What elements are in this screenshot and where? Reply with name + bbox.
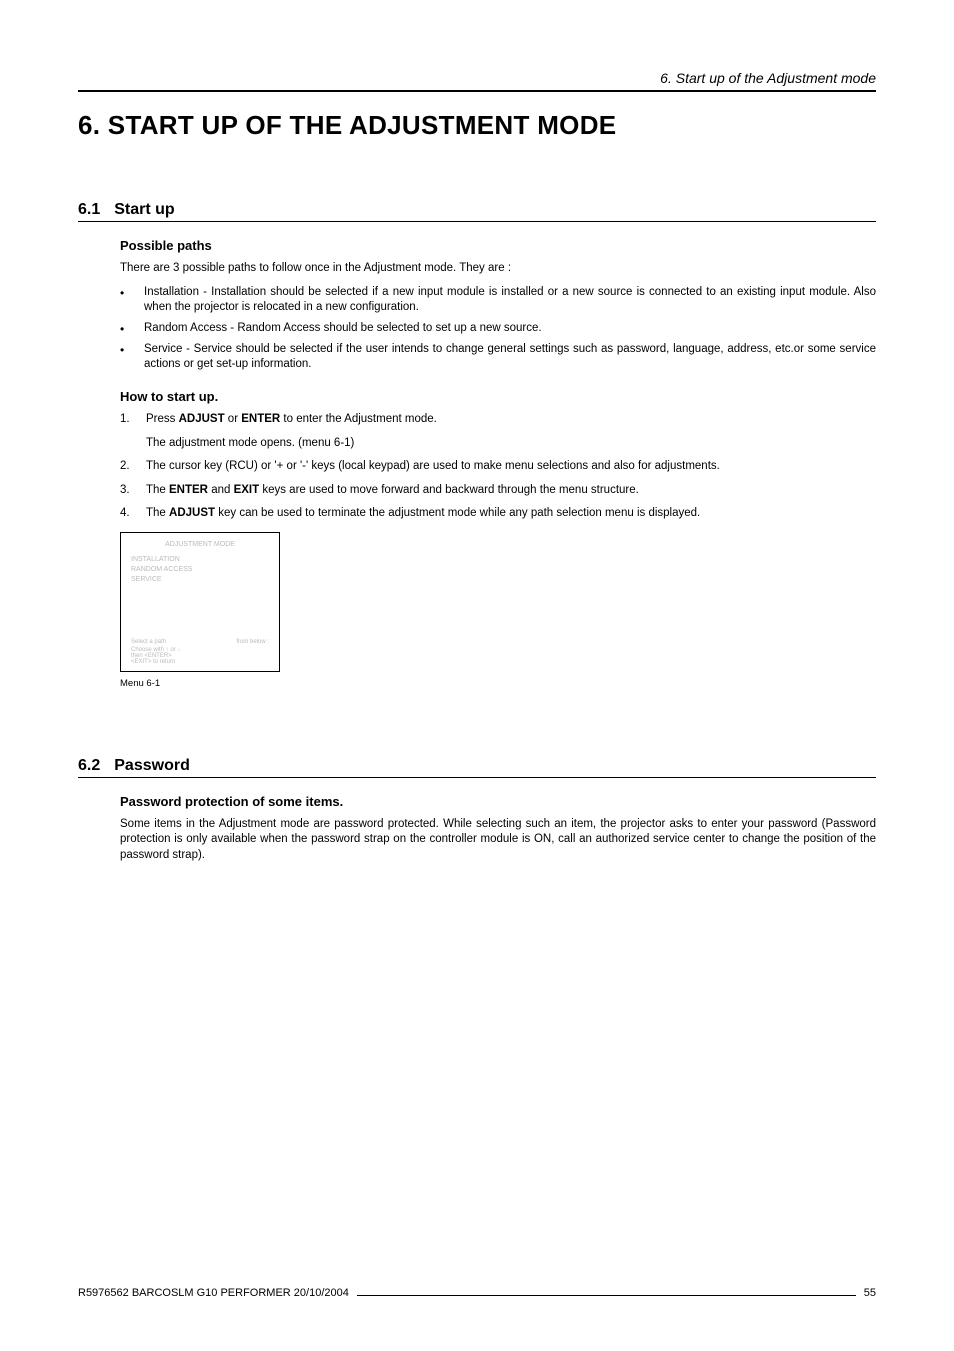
chapter-title: 6. START UP OF THE ADJUSTMENT MODE	[78, 110, 876, 141]
bullet-icon: •	[120, 342, 130, 373]
section-label: Password	[114, 757, 190, 775]
list-item: • Service - Service should be selected if…	[120, 342, 876, 373]
step-number: 3.	[120, 483, 138, 499]
section-number: 6.2	[78, 757, 100, 775]
menu-item: SERVICE	[131, 576, 269, 583]
section-6-2-head: 6.2 Password	[78, 757, 876, 775]
bullet-icon: •	[120, 321, 130, 337]
footer-rule	[357, 1295, 856, 1296]
subhead-password-protection: Password protection of some items.	[120, 794, 876, 809]
step-4: 4. The ADJUST key can be used to termina…	[120, 506, 876, 522]
header-rule	[78, 90, 876, 92]
bullet-icon: •	[120, 285, 130, 316]
step-number: 2.	[120, 459, 138, 475]
list-text: Service - Service should be selected if …	[144, 342, 876, 373]
steps-list-cont: 2. The cursor key (RCU) or '+ or '-' key…	[120, 459, 876, 522]
steps-list: 1. Press ADJUST or ENTER to enter the Ad…	[120, 412, 876, 428]
step-text: The ENTER and EXIT keys are used to move…	[146, 483, 639, 499]
list-item: • Installation - Installation should be s…	[120, 285, 876, 316]
step-number: 1.	[120, 412, 138, 428]
section-rule	[78, 777, 876, 778]
subhead-possible-paths: Possible paths	[120, 238, 876, 253]
footer-left: R5976562 BARCOSLM G10 PERFORMER 20/10/20…	[78, 1287, 349, 1299]
page: 6. Start up of the Adjustment mode 6. ST…	[0, 0, 954, 1351]
menu-item: RANDOM ACCESS	[131, 566, 269, 573]
page-footer: R5976562 BARCOSLM G10 PERFORMER 20/10/20…	[78, 1287, 876, 1299]
step-number: 4.	[120, 506, 138, 522]
step-1: 1. Press ADJUST or ENTER to enter the Ad…	[120, 412, 876, 428]
subhead-how-to-start: How to start up.	[120, 389, 876, 404]
menu-caption: Menu 6-1	[120, 678, 876, 689]
menu-item: INSTALLATION	[131, 556, 269, 563]
list-text: Installation - Installation should be se…	[144, 285, 876, 316]
menu-items: INSTALLATION RANDOM ACCESS SERVICE	[131, 556, 269, 583]
password-paragraph: Some items in the Adjustment mode are pa…	[120, 817, 876, 864]
menu-6-1-figure: ADJUSTMENT MODE INSTALLATION RANDOM ACCE…	[120, 532, 280, 672]
step-2: 2. The cursor key (RCU) or '+ or '-' key…	[120, 459, 876, 475]
section-label: Start up	[114, 201, 174, 219]
running-head: 6. Start up of the Adjustment mode	[78, 70, 876, 86]
step-3: 3. The ENTER and EXIT keys are used to m…	[120, 483, 876, 499]
list-item: • Random Access - Random Access should be…	[120, 321, 876, 337]
step-1-sub: The adjustment mode opens. (menu 6-1)	[146, 437, 876, 449]
step-text: The cursor key (RCU) or '+ or '-' keys (…	[146, 459, 720, 475]
section-number: 6.1	[78, 201, 100, 219]
step-text: Press ADJUST or ENTER to enter the Adjus…	[146, 412, 437, 428]
menu-title: ADJUSTMENT MODE	[131, 541, 269, 548]
intro-paragraph: There are 3 possible paths to follow onc…	[120, 261, 876, 277]
possible-paths-list: • Installation - Installation should be s…	[120, 285, 876, 373]
section-6-1-head: 6.1 Start up	[78, 201, 876, 219]
menu-hint: Select a pathfrom below : Choose with ↑ …	[131, 639, 269, 665]
section-rule	[78, 221, 876, 222]
step-text: The ADJUST key can be used to terminate …	[146, 506, 700, 522]
footer-page-number: 55	[864, 1287, 876, 1299]
list-text: Random Access - Random Access should be …	[144, 321, 542, 337]
